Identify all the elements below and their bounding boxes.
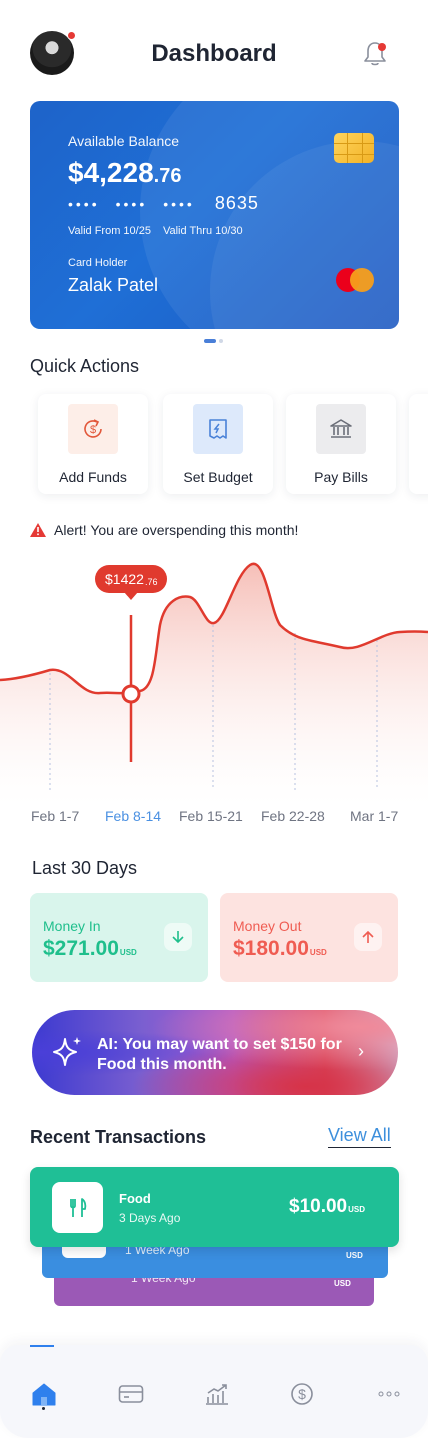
- ai-suggestion-text: AI: You may want to set $150 for Food th…: [97, 1036, 342, 1073]
- card-pager[interactable]: [204, 339, 223, 343]
- balance-card[interactable]: Available Balance $4,228.76 •••• •••• ••…: [30, 101, 399, 329]
- chart-area: [0, 563, 428, 805]
- bank-icon: [316, 404, 366, 454]
- nav-active-dot: [42, 1407, 45, 1410]
- transaction-card-food[interactable]: Food 3 Days Ago $10.00USD: [30, 1167, 399, 1247]
- svg-text:$: $: [298, 1386, 306, 1402]
- transaction-unit: USD: [348, 1205, 366, 1214]
- x-label-feb-1-7[interactable]: Feb 1-7: [31, 808, 79, 824]
- add-funds-button[interactable]: $ Add Funds: [38, 394, 148, 494]
- card-icon[interactable]: [117, 1380, 145, 1408]
- balance-label: Available Balance: [68, 133, 180, 149]
- chart-icon[interactable]: [203, 1380, 231, 1408]
- fork-knife-icon: [52, 1182, 103, 1233]
- overspending-alert: Alert! You are overspending this month!: [30, 522, 298, 538]
- pager-dot[interactable]: [219, 339, 223, 343]
- nav-active-indicator: [30, 1345, 54, 1347]
- tooltip-value: $1422: [105, 571, 144, 587]
- tooltip-cents: .76: [144, 576, 158, 587]
- pager-dot-active[interactable]: [204, 339, 216, 343]
- money-out-amount: $180.00: [233, 937, 309, 960]
- avatar-status-dot: [67, 31, 76, 40]
- money-out-value: $180.00USD: [233, 937, 327, 961]
- balance-amount: $4,228.76: [68, 157, 181, 189]
- ai-suggestion-banner[interactable]: AI: You may want to set $150 for Food th…: [32, 1010, 398, 1095]
- card-holder-label: Card Holder: [68, 257, 128, 269]
- transaction-name: Food: [119, 1191, 151, 1206]
- last-30-days-title: Last 30 Days: [32, 858, 138, 878]
- money-in-unit: USD: [119, 948, 137, 957]
- money-in-amount: $271.00: [43, 937, 119, 960]
- money-out-label: Money Out: [233, 918, 302, 934]
- card-number: •••• •••• •••• 8635: [68, 193, 259, 214]
- money-out-card[interactable]: Money Out $180.00USD: [220, 893, 398, 982]
- home-icon[interactable]: [30, 1380, 58, 1408]
- mastercard-icon: [336, 268, 374, 292]
- pay-bills-button[interactable]: Pay Bills: [286, 394, 396, 494]
- x-label-feb-22-28[interactable]: Feb 22-28: [261, 808, 325, 824]
- tooltip-arrow: [124, 592, 138, 600]
- transaction-unit: USD: [334, 1279, 351, 1288]
- more-icon[interactable]: [375, 1380, 403, 1408]
- chip-icon: [334, 133, 374, 163]
- card-holder-name: Zalak Patel: [68, 275, 159, 295]
- spending-chart[interactable]: [0, 555, 428, 835]
- money-in-value: $271.00USD: [43, 937, 137, 961]
- money-in-label: Money In: [43, 918, 101, 934]
- transaction-date: 3 Days Ago: [119, 1211, 181, 1225]
- budget-receipt-icon: [193, 404, 243, 454]
- balance-whole: $4,228: [68, 157, 154, 188]
- money-in-card[interactable]: Money In $271.00USD: [30, 893, 208, 982]
- alert-text: Alert! You are overspending this month!: [54, 522, 299, 538]
- bottom-nav: $: [0, 1345, 428, 1438]
- arrow-down-icon[interactable]: [164, 923, 192, 951]
- svg-text:$: $: [90, 424, 96, 436]
- money-out-unit: USD: [309, 948, 327, 957]
- card-number-mask: ••••: [68, 195, 100, 212]
- sparkle-icon: [53, 1037, 81, 1066]
- card-number-mask: ••••: [163, 195, 195, 212]
- transaction-amount-value: $10.00: [289, 1196, 348, 1217]
- valid-thru: Valid Thru 10/30: [162, 225, 243, 237]
- card-number-mask: ••••: [115, 195, 148, 212]
- set-budget-label: Set Budget: [183, 469, 253, 485]
- arrow-up-icon[interactable]: [354, 923, 382, 951]
- transaction-unit: USD: [346, 1251, 363, 1260]
- dollar-icon[interactable]: $: [288, 1380, 316, 1408]
- quick-actions-row: $ Add Funds Set Budget Pay Bills: [38, 394, 428, 494]
- chart-cursor-point: [121, 684, 141, 704]
- x-label-feb-15-21[interactable]: Feb 15-21: [179, 808, 243, 824]
- chevron-right-icon[interactable]: ›: [358, 1041, 364, 1062]
- header: Dashboard: [0, 0, 428, 100]
- x-label-mar-1-7[interactable]: Mar 1-7: [350, 808, 398, 824]
- notification-dot: [378, 43, 386, 51]
- balance-cents: .76: [153, 165, 182, 187]
- transaction-amount: $10.00USD: [289, 1196, 365, 1218]
- card-number-last4: 8635: [214, 193, 259, 213]
- pay-bills-label: Pay Bills: [314, 469, 368, 485]
- set-budget-button[interactable]: Set Budget: [163, 394, 273, 494]
- card-validity: Valid From 10/25 Valid Thru 10/30: [68, 225, 243, 237]
- more-action-button[interactable]: [409, 394, 428, 494]
- x-label-feb-8-14[interactable]: Feb 8-14: [105, 808, 161, 824]
- add-funds-label: Add Funds: [59, 469, 127, 485]
- view-all-link[interactable]: View All: [328, 1125, 391, 1148]
- quick-actions-title: Quick Actions: [30, 356, 140, 376]
- dollar-refresh-icon: $: [68, 404, 118, 454]
- warning-icon: [30, 523, 46, 537]
- valid-from: Valid From 10/25: [68, 225, 151, 237]
- chart-tooltip: $1422.76: [95, 565, 168, 593]
- recent-transactions-title: Recent Transactions: [30, 1127, 207, 1147]
